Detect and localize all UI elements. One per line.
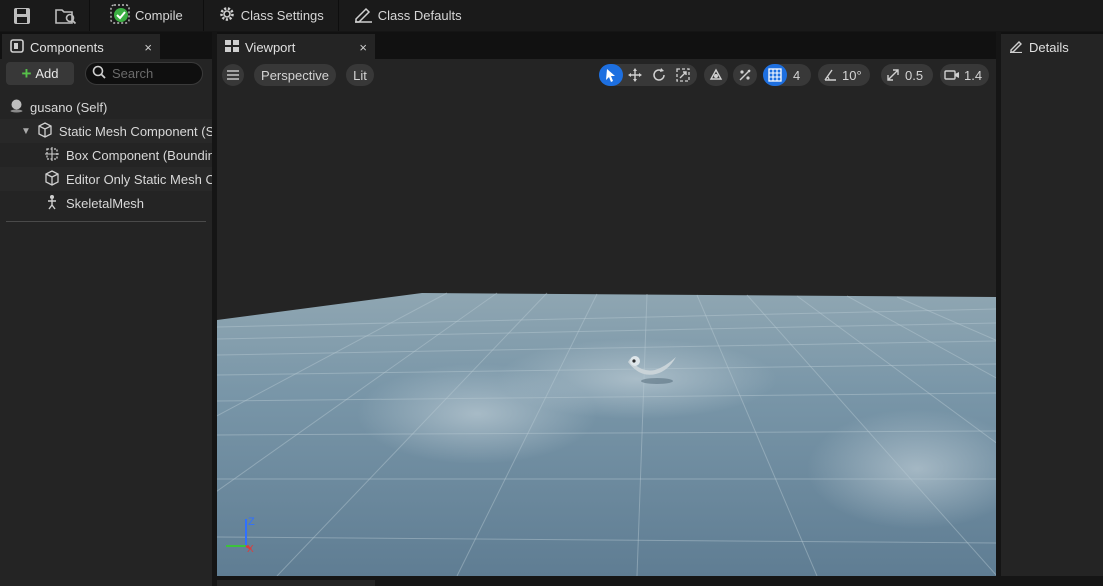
component-item-skeletal-mesh[interactable]: SkeletalMesh bbox=[0, 191, 212, 215]
perspective-button[interactable]: Perspective bbox=[254, 64, 336, 86]
grid-snap-group[interactable]: 4 bbox=[763, 64, 811, 86]
translate-tool-icon[interactable] bbox=[623, 64, 647, 86]
details-panel bbox=[1001, 59, 1103, 586]
world-space-icon[interactable] bbox=[704, 64, 728, 86]
toolbar-divider bbox=[337, 0, 339, 31]
component-item-editor-only-mesh[interactable]: Editor Only Static Mesh C bbox=[0, 167, 212, 191]
component-item-static-mesh[interactable]: ▼ Static Mesh Component (S bbox=[0, 119, 212, 143]
component-label: Box Component (Boundin bbox=[66, 147, 212, 163]
box-component-icon bbox=[44, 146, 60, 165]
axis-x-label: X bbox=[247, 544, 254, 555]
search-icon bbox=[92, 65, 106, 82]
viewport-options-button[interactable] bbox=[222, 64, 244, 86]
static-mesh-icon bbox=[37, 121, 53, 141]
bottom-tab[interactable] bbox=[217, 580, 375, 586]
components-search[interactable] bbox=[85, 62, 203, 85]
details-pencil-icon bbox=[1009, 39, 1023, 56]
grid-snap-icon[interactable] bbox=[763, 64, 787, 86]
rotate-tool-icon[interactable] bbox=[647, 64, 671, 86]
lit-label: Lit bbox=[353, 67, 367, 83]
component-label: gusano (Self) bbox=[30, 99, 108, 115]
browse-folder-icon[interactable] bbox=[55, 5, 77, 27]
class-defaults-label: Class Defaults bbox=[377, 8, 462, 23]
plus-icon: + bbox=[21, 64, 32, 83]
lit-button[interactable]: Lit bbox=[346, 64, 374, 86]
class-defaults-button[interactable]: Class Defaults bbox=[345, 4, 470, 28]
component-item-box[interactable]: Box Component (Boundin bbox=[0, 143, 212, 167]
bottom-tab-strip bbox=[217, 576, 1103, 586]
class-settings-label: Class Settings bbox=[240, 8, 324, 23]
viewport-grid-icon bbox=[225, 39, 239, 55]
scale-snap-value[interactable]: 0.5 bbox=[905, 68, 929, 83]
hamburger-icon bbox=[227, 70, 239, 80]
rotation-snap-group[interactable]: 10° bbox=[818, 64, 870, 86]
tab-components-label: Components bbox=[30, 39, 104, 55]
components-divider bbox=[6, 221, 206, 222]
camera-icon[interactable] bbox=[940, 64, 964, 86]
axis-z-label: Z bbox=[248, 516, 255, 528]
compile-check-icon bbox=[110, 4, 130, 27]
save-icon[interactable] bbox=[11, 5, 33, 27]
perspective-label: Perspective bbox=[261, 67, 329, 83]
scale-tool-icon[interactable] bbox=[671, 64, 695, 86]
tab-details[interactable]: Details bbox=[1001, 34, 1103, 60]
scale-snap-icon[interactable] bbox=[881, 64, 905, 86]
add-label: Add bbox=[35, 66, 59, 81]
viewport-scene[interactable]: Z X bbox=[217, 59, 996, 576]
tab-viewport-label: Viewport bbox=[245, 39, 296, 55]
camera-speed-group[interactable]: 1.4 bbox=[940, 64, 989, 86]
component-label: Static Mesh Component (S bbox=[58, 123, 212, 139]
components-icon bbox=[10, 38, 24, 56]
component-item-self[interactable]: gusano (Self) bbox=[0, 95, 212, 119]
tab-components[interactable]: Components × bbox=[2, 34, 160, 60]
gear-icon bbox=[218, 5, 236, 26]
close-icon[interactable]: × bbox=[359, 40, 367, 55]
add-component-button[interactable]: + Add bbox=[6, 62, 74, 85]
toolbar-divider bbox=[89, 0, 90, 31]
viewport[interactable]: Z X bbox=[217, 59, 996, 576]
skeletal-mesh-icon bbox=[44, 194, 60, 213]
select-tool-icon[interactable] bbox=[599, 64, 623, 86]
tab-details-label: Details bbox=[1029, 39, 1069, 55]
close-icon[interactable]: × bbox=[144, 40, 152, 55]
scale-snap-group[interactable]: 0.5 bbox=[881, 64, 933, 86]
edit-pencil-icon bbox=[353, 5, 373, 26]
static-mesh-icon bbox=[44, 169, 60, 189]
compile-label: Compile bbox=[135, 8, 183, 23]
surface-snap-button[interactable] bbox=[733, 64, 757, 86]
actor-sphere-icon bbox=[9, 98, 24, 116]
main-toolbar: Compile Class Settings Class Defaults bbox=[0, 0, 1103, 31]
transform-tools bbox=[599, 64, 697, 86]
surface-snap-icon[interactable] bbox=[733, 64, 757, 86]
camera-speed-value[interactable]: 1.4 bbox=[964, 68, 988, 83]
expand-arrow-icon[interactable]: ▼ bbox=[21, 126, 31, 137]
component-label: Editor Only Static Mesh C bbox=[66, 171, 212, 187]
tab-viewport[interactable]: Viewport × bbox=[217, 34, 375, 60]
coordinate-space-button[interactable] bbox=[704, 64, 728, 86]
rotation-snap-value[interactable]: 10° bbox=[842, 68, 868, 83]
toolbar-divider bbox=[202, 0, 204, 31]
class-settings-button[interactable]: Class Settings bbox=[210, 4, 332, 28]
compile-button[interactable]: Compile bbox=[102, 4, 191, 28]
grid-snap-value[interactable]: 4 bbox=[787, 68, 806, 83]
component-label: SkeletalMesh bbox=[66, 195, 145, 211]
angle-snap-icon[interactable] bbox=[818, 64, 842, 86]
search-input[interactable] bbox=[112, 66, 192, 81]
